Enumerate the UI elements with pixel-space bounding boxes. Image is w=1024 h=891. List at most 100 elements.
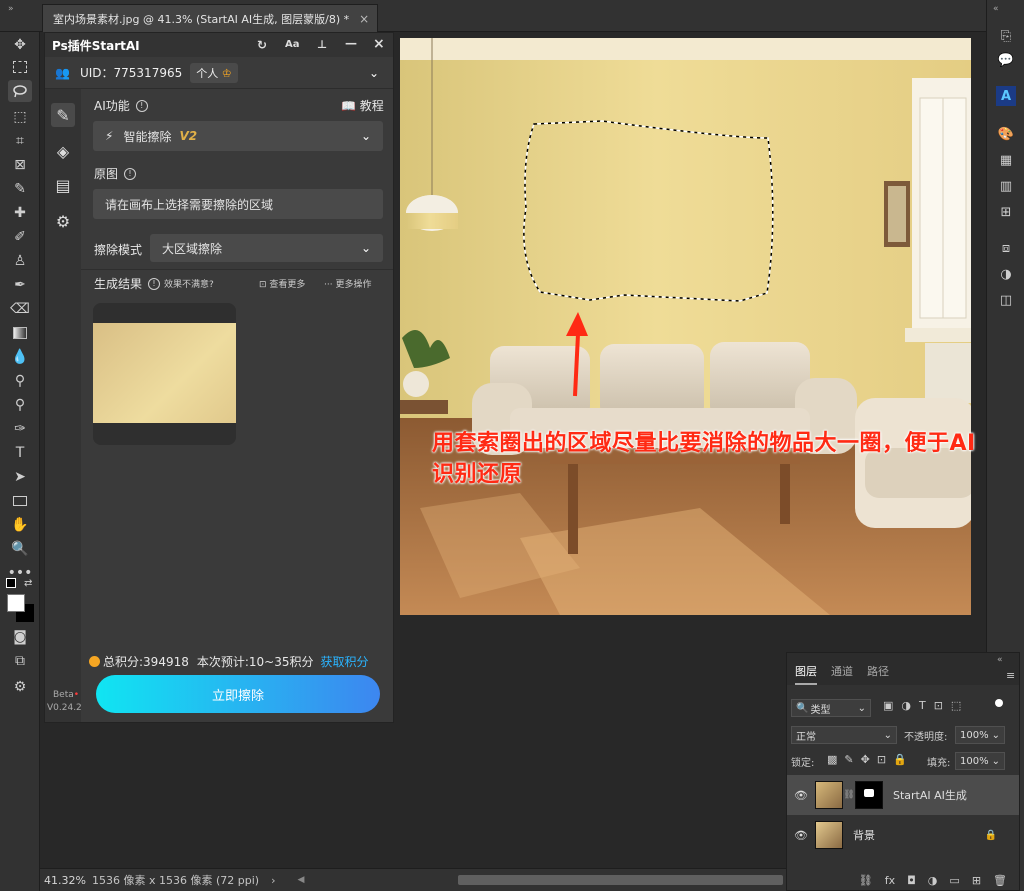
close-icon[interactable]: × <box>359 12 369 26</box>
lasso-tool-icon[interactable] <box>8 80 32 102</box>
marquee-tool-icon[interactable] <box>8 56 32 78</box>
swatches-icon[interactable]: ▦ <box>995 150 1017 170</box>
pen-tool-icon[interactable]: ✑ <box>8 418 32 440</box>
get-credits-link[interactable]: 获取积分 <box>321 653 369 670</box>
layer-filter-icons[interactable]: ▣◑T⊡⬚ <box>883 699 969 712</box>
adjustment-layer-icon[interactable]: ◑ <box>928 874 938 887</box>
sponge-tool-icon[interactable]: ⚲ <box>8 394 32 416</box>
erase-now-button[interactable]: 立即擦除 <box>96 675 380 713</box>
scroll-left-icon[interactable]: ◀ <box>298 875 310 885</box>
gradient-tool-icon[interactable] <box>8 322 32 344</box>
lock-icons[interactable]: ▩✎✥⊡🔒 <box>827 753 914 766</box>
foreground-color-swatch[interactable] <box>7 594 25 612</box>
horizontal-scrollbar[interactable] <box>457 875 783 885</box>
erase-tab-icon[interactable]: ✎ <box>51 103 75 127</box>
object-select-tool-icon[interactable]: ⬚ <box>8 106 32 128</box>
type-tool-icon[interactable]: T <box>8 442 32 464</box>
blur-tool-icon[interactable]: 💧 <box>8 346 32 368</box>
zoom-tool-icon[interactable]: 🔍 <box>8 538 32 560</box>
collapse-icon[interactable]: « <box>997 655 1003 665</box>
collapse-icon[interactable]: » <box>8 4 14 14</box>
startai-plugin-icon[interactable]: A <box>995 86 1017 106</box>
collapse-icon[interactable]: « <box>993 4 999 14</box>
account-row[interactable]: 👥 UID：775317965 个人 ♔ ⌄ <box>45 57 393 89</box>
fill-input[interactable]: 100% ⌄ <box>955 752 1005 770</box>
eyedropper-tool-icon[interactable]: ✎ <box>8 178 32 200</box>
document-info: 1536 像素 x 1536 像素 (72 ppi) <box>92 874 260 887</box>
gradients-icon[interactable]: ▥ <box>995 176 1017 196</box>
original-source-field[interactable]: 请在画布上选择需要擦除的区域 <box>93 189 383 219</box>
comments-icon[interactable]: 💬 <box>995 50 1017 70</box>
result-thumbnail[interactable] <box>93 303 236 445</box>
fx-icon[interactable]: fx <box>885 874 895 887</box>
add-mask-icon[interactable]: ◘ <box>907 874 916 887</box>
eraser-tool-icon[interactable]: ⌫ <box>8 298 32 320</box>
patterns-icon[interactable]: ⊞ <box>995 202 1017 222</box>
color-icon[interactable]: 🎨 <box>995 124 1017 144</box>
crop-tool-icon[interactable]: ⌗ <box>8 130 32 152</box>
zoom-level[interactable]: 41.32% <box>44 874 92 887</box>
view-more-link[interactable]: ⊡ 查看更多 <box>259 277 305 290</box>
tab-channels[interactable]: 通道 <box>831 663 853 679</box>
visibility-eye-icon[interactable]: 👁 <box>787 789 815 802</box>
opacity-input[interactable]: 100% ⌄ <box>955 726 1005 744</box>
new-group-icon[interactable]: ▭ <box>949 874 959 887</box>
info-icon[interactable]: ! <box>135 99 148 112</box>
account-badge: 个人 ♔ <box>190 62 238 83</box>
quick-mask-icon[interactable]: ◙ <box>8 626 32 648</box>
close-icon[interactable]: × <box>373 36 385 52</box>
blend-mode-select[interactable]: 正常 ⌄ <box>791 726 897 744</box>
layer-mask-thumbnail[interactable] <box>855 781 883 809</box>
dodge-tool-icon[interactable]: ⚲ <box>8 370 32 392</box>
settings-icon[interactable]: ⚙ <box>51 209 75 233</box>
path-select-tool-icon[interactable]: ➤ <box>8 466 32 488</box>
font-size-icon[interactable]: Aa <box>285 39 300 50</box>
layer-row[interactable]: 👁 ⛓ StartAI AI生成 <box>787 775 1019 815</box>
generative-icon[interactable]: ⚙ <box>8 676 32 698</box>
hand-tool-icon[interactable]: ✋ <box>8 514 32 536</box>
default-colors-icon[interactable] <box>6 578 16 588</box>
move-tool-icon[interactable]: ✥ <box>8 34 32 56</box>
document-tab[interactable]: 室内场景素材.jpg @ 41.3% (StartAI AI生成, 图层蒙版/8… <box>42 4 379 32</box>
visibility-eye-icon[interactable]: 👁 <box>787 829 815 842</box>
rectangle-tool-icon[interactable] <box>8 490 32 512</box>
brush-tool-icon[interactable]: ✐ <box>8 226 32 248</box>
document-image[interactable] <box>400 38 971 615</box>
layer-name: 背景 <box>853 829 875 842</box>
filter-toggle-icon[interactable] <box>995 699 1003 707</box>
libraries-icon[interactable]: ◫ <box>995 290 1017 310</box>
layer-filter-select[interactable]: 🔍 类型 ⌄ <box>791 699 871 717</box>
erase-mode-label: 擦除模式 <box>94 243 143 257</box>
screen-mode-icon[interactable]: ⧉ <box>8 650 32 672</box>
status-expand-icon[interactable]: › <box>271 874 275 887</box>
info-icon[interactable]: ! <box>148 277 161 290</box>
document-tab-icon[interactable]: ▤ <box>51 173 75 197</box>
history-icon[interactable]: ⎘ <box>995 26 1017 46</box>
pin-icon[interactable]: ⊥ <box>317 38 327 51</box>
layers-tab-icon[interactable]: ◈ <box>51 139 75 163</box>
refresh-icon[interactable]: ↻ <box>257 38 267 52</box>
history-brush-tool-icon[interactable]: ✒ <box>8 274 32 296</box>
erase-mode-select[interactable]: 大区域擦除 ⌄ <box>150 234 383 262</box>
adjustments-icon[interactable]: ◑ <box>995 264 1017 284</box>
chevron-down-icon[interactable]: ⌄ <box>369 66 379 80</box>
ai-function-select[interactable]: ⚡ 智能擦除 V2 ⌄ <box>93 121 383 151</box>
clone-stamp-tool-icon[interactable]: ♙ <box>8 250 32 272</box>
minimize-icon[interactable]: — <box>345 36 357 50</box>
tutorial-link[interactable]: 📖 教程 <box>341 97 384 114</box>
new-layer-icon[interactable]: ⊞ <box>972 874 981 887</box>
info-icon[interactable]: ! <box>124 167 137 180</box>
startai-plugin-panel: Ps插件StartAI ↻ Aa ⊥ — × 👥 UID：775317965 个… <box>44 32 394 723</box>
properties-icon[interactable]: ⧈ <box>995 238 1017 258</box>
panel-menu-icon[interactable]: ≡ <box>1006 669 1015 682</box>
link-layers-icon[interactable]: ⛓ <box>859 874 873 887</box>
swap-colors-icon[interactable]: ⇄ <box>24 578 32 589</box>
tab-layers[interactable]: 图层 <box>795 663 817 685</box>
trash-icon[interactable]: 🗑 <box>993 874 1007 887</box>
healing-brush-tool-icon[interactable]: ✚ <box>8 202 32 224</box>
link-icon[interactable]: ⛓ <box>843 790 855 800</box>
tab-paths[interactable]: 路径 <box>867 663 889 679</box>
more-actions-link[interactable]: ··· 更多操作 <box>324 277 371 290</box>
frame-tool-icon[interactable]: ⊠ <box>8 154 32 176</box>
layer-row[interactable]: 👁 背景 🔒 <box>787 815 1019 855</box>
